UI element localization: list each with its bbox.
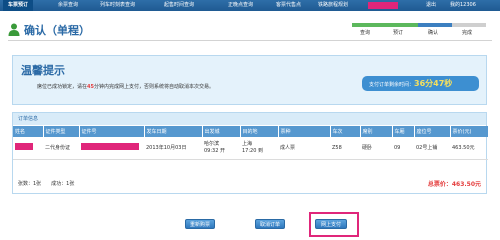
progress-steps: 查询 预订 确认 完成 [352, 21, 486, 39]
col-price: 票价(元) [450, 126, 489, 137]
cell-from: 哈尔滨 09:32 开 [202, 137, 240, 160]
cell-date: 2013年10月03日 [144, 137, 202, 160]
tip-text-after: 分钟内完成网上支付，否则系统将自动取消本次交易。 [93, 84, 214, 90]
reselect-button[interactable]: 重新购票 [185, 219, 215, 229]
page-title: 确认（单程） [24, 24, 90, 37]
col-date: 发车日期 [144, 126, 203, 137]
countdown-label: 支付订单剩余时间： [369, 82, 415, 88]
col-to: 目的地 [240, 126, 279, 137]
table-row: 二代身份证 2013年10月03日 哈尔滨 09:32 开 上海 17:20 到 成… [13, 137, 488, 160]
total-price: 总票价：463.50元 [427, 181, 481, 188]
col-seat: 座位号 [414, 126, 451, 137]
col-id-number: 证件号 [79, 126, 145, 137]
tab-sale-time[interactable]: 起售时间查询 [164, 0, 194, 11]
step-label-confirm: 确认 [428, 30, 439, 36]
cell-name [13, 137, 43, 160]
tab-trip-planning[interactable]: 铁路旅程规划 [318, 0, 348, 11]
id-number-redacted [81, 143, 139, 151]
cell-price: 463.50元 [450, 137, 488, 160]
countdown-value: 36分47秒 [414, 79, 453, 88]
cancel-order-button[interactable]: 取消订单 [255, 219, 285, 229]
tip-panel: 温馨提示 席位已成功锁定，请在45分钟内完成网上支付，否则系统将自动取消本次交易… [12, 55, 487, 105]
order-info-panel: 订单信息 姓名 证件类型 证件号 发车日期 出发城 目的地 票种 车次 席别 车… [12, 112, 489, 194]
cell-id-type: 二代身份证 [43, 137, 79, 160]
tab-punctuality[interactable]: 正晚点查询 [228, 0, 253, 11]
user-icon [8, 23, 20, 36]
step-label-query: 查询 [360, 30, 371, 36]
logout-link[interactable]: 退出 [426, 0, 436, 11]
from-time: 09:32 开 [204, 147, 225, 154]
cell-train: Z58 [330, 137, 360, 160]
step-bar-booking [385, 23, 418, 27]
pay-button-highlight [309, 212, 359, 237]
step-label-complete: 完成 [462, 30, 473, 36]
cell-seat: 02号上铺 [414, 137, 450, 160]
to-city: 上海 [242, 140, 253, 147]
cell-seat-class: 硬卧 [360, 137, 392, 160]
col-from: 出发城 [202, 126, 241, 137]
step-label-booking: 预订 [393, 30, 404, 36]
tab-timetable[interactable]: 列车时刻表查询 [100, 0, 135, 11]
step-bar-query [352, 23, 385, 27]
tab-ticket-booking[interactable]: 车票预订 [3, 0, 34, 11]
tab-remaining-tickets[interactable]: 余票查询 [58, 0, 78, 11]
ticket-count: 张数：1张 成功：1张 [18, 181, 75, 187]
tip-text-before: 席位已成功锁定，请在 [37, 84, 88, 90]
order-section-title: 订单信息 [13, 113, 486, 125]
cell-car: 09 [392, 137, 414, 160]
cell-ticket-type: 成人票 [278, 137, 330, 160]
tip-minutes: 45 [87, 84, 94, 90]
my-account-link[interactable]: 我的12306 [450, 0, 476, 11]
order-summary: 张数：1张 成功：1张 总票价：463.50元 [18, 180, 483, 188]
tab-agencies[interactable]: 客票代售点 [276, 0, 301, 11]
col-ticket-type: 票种 [278, 126, 331, 137]
col-seat-class: 席别 [360, 126, 393, 137]
name-redacted [15, 143, 33, 151]
payment-countdown: 支付订单剩余时间：36分47秒 [362, 76, 479, 91]
cell-to: 上海 17:20 到 [240, 137, 278, 160]
col-car: 车厢 [392, 126, 415, 137]
table-header-row: 姓名 证件类型 证件号 发车日期 出发城 目的地 票种 车次 席别 车厢 座位号… [13, 126, 489, 137]
col-id-type: 证件类型 [43, 126, 80, 137]
step-bar-confirm [418, 23, 452, 27]
tip-title: 温馨提示 [21, 64, 65, 77]
cell-id-number [79, 137, 144, 160]
to-time: 17:20 到 [242, 147, 263, 154]
order-table: 姓名 证件类型 证件号 发车日期 出发城 目的地 票种 车次 席别 车厢 座位号… [13, 126, 489, 160]
step-bar-complete [452, 23, 486, 27]
col-train: 车次 [330, 126, 361, 137]
col-name: 姓名 [13, 126, 44, 137]
from-city: 哈尔滨 [204, 140, 220, 147]
top-navigation: 车票预订 余票查询 列车时刻表查询 起售时间查询 正晚点查询 客票代售点 铁路旅… [0, 0, 500, 11]
tip-message: 席位已成功锁定，请在45分钟内完成网上支付，否则系统将自动取消本次交易。 [37, 83, 214, 90]
username-redacted [368, 2, 398, 9]
